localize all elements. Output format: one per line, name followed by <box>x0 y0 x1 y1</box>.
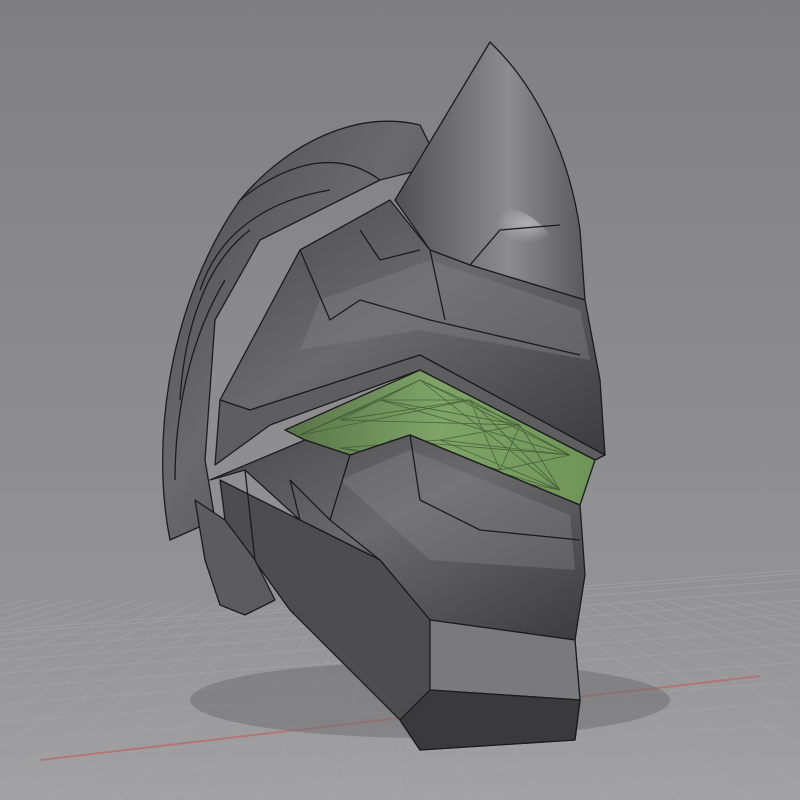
scene-svg <box>0 0 800 800</box>
chin-bottom <box>399 689 581 751</box>
viewport-3d[interactable] <box>0 0 800 800</box>
